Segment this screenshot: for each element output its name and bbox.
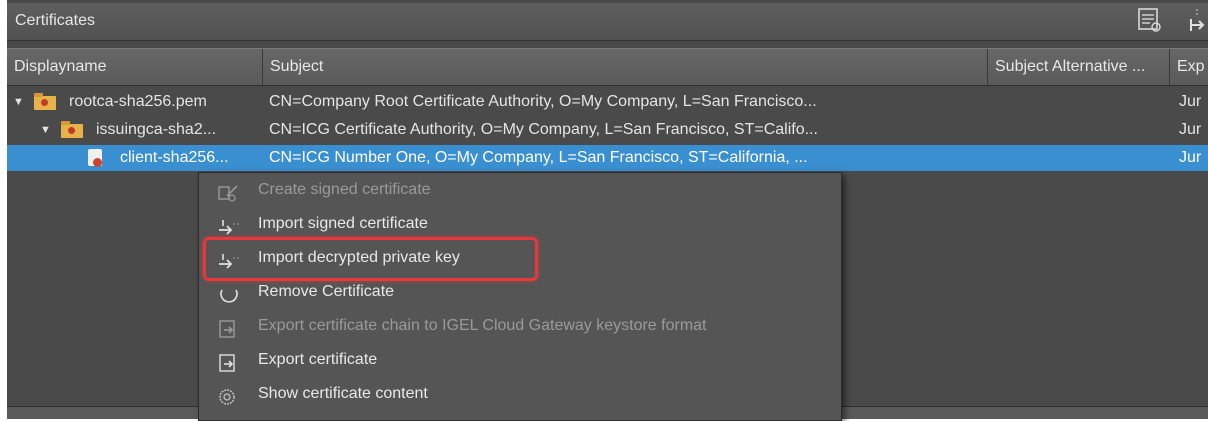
column-header-displayname[interactable]: Displayname: [7, 49, 263, 85]
row-subject: CN=Company Root Certificate Authority, O…: [269, 93, 817, 110]
row-displayname: client-sha256...: [120, 149, 229, 166]
row-displayname: rootca-sha256.pem: [69, 93, 207, 110]
panel-title: Certificates: [15, 12, 96, 29]
menu-item-export-certificate-chain[interactable]: Export certificate chain to IGEL Cloud G…: [199, 309, 841, 343]
column-header-subject[interactable]: Subject: [263, 49, 988, 85]
certificate-icon: [88, 149, 102, 167]
row-subject: CN=ICG Certificate Authority, O=My Compa…: [269, 121, 818, 138]
remove-icon: [217, 283, 241, 303]
table-header: Displayname Subject Subject Alternative …: [7, 48, 1208, 86]
table-row[interactable]: ▼ issuingca-sha2... CN=ICG Certificate A…: [7, 117, 1208, 143]
folder-icon: [61, 121, 83, 138]
import-icon: [217, 215, 241, 235]
table-row-selected[interactable]: client-sha256... CN=ICG Number One, O=My…: [7, 145, 1208, 171]
row-expires: Jur: [1179, 149, 1202, 166]
menu-item-show-certificate-content[interactable]: Show certificate content: [199, 377, 841, 411]
expand-arrow-icon[interactable]: ▼: [40, 117, 51, 143]
menu-item-label: Show certificate content: [258, 385, 428, 402]
menu-item-import-signed-certificate[interactable]: Import signed certificate: [199, 207, 841, 241]
export-icon: [217, 351, 241, 372]
import-icon[interactable]: [1187, 7, 1207, 40]
menu-item-label: Export certificate: [258, 351, 378, 368]
row-subject: CN=ICG Number One, O=My Company, L=San F…: [269, 149, 808, 166]
certificate-list-icon[interactable]: [1137, 7, 1163, 40]
folder-icon: [34, 93, 56, 110]
menu-item-export-certificate[interactable]: Export certificate: [199, 343, 841, 377]
menu-item-label: Import signed certificate: [258, 215, 428, 232]
row-expires: Jur: [1179, 93, 1202, 110]
menu-item-label: Create signed certificate: [258, 181, 431, 198]
annotation-highlight-box: [203, 237, 538, 281]
menu-item-label: Export certificate chain to IGEL Cloud G…: [258, 317, 707, 334]
certificate-content-icon: [217, 385, 241, 405]
column-header-subject-alternative[interactable]: Subject Alternative ...: [988, 49, 1170, 85]
create-certificate-icon: [217, 181, 241, 202]
column-header-expires[interactable]: Exp: [1170, 49, 1208, 85]
export-icon: [217, 317, 241, 338]
table-row[interactable]: ▼ rootca-sha256.pem CN=Company Root Cert…: [7, 89, 1208, 115]
panel-titlebar: Certificates: [7, 3, 1208, 41]
row-expires: Jur: [1179, 121, 1202, 138]
expand-arrow-icon[interactable]: ▼: [13, 89, 24, 115]
row-displayname: issuingca-sha2...: [96, 121, 217, 138]
menu-item-create-signed-certificate[interactable]: Create signed certificate: [199, 173, 841, 207]
context-menu: Create signed certificate Import signed …: [198, 172, 842, 421]
